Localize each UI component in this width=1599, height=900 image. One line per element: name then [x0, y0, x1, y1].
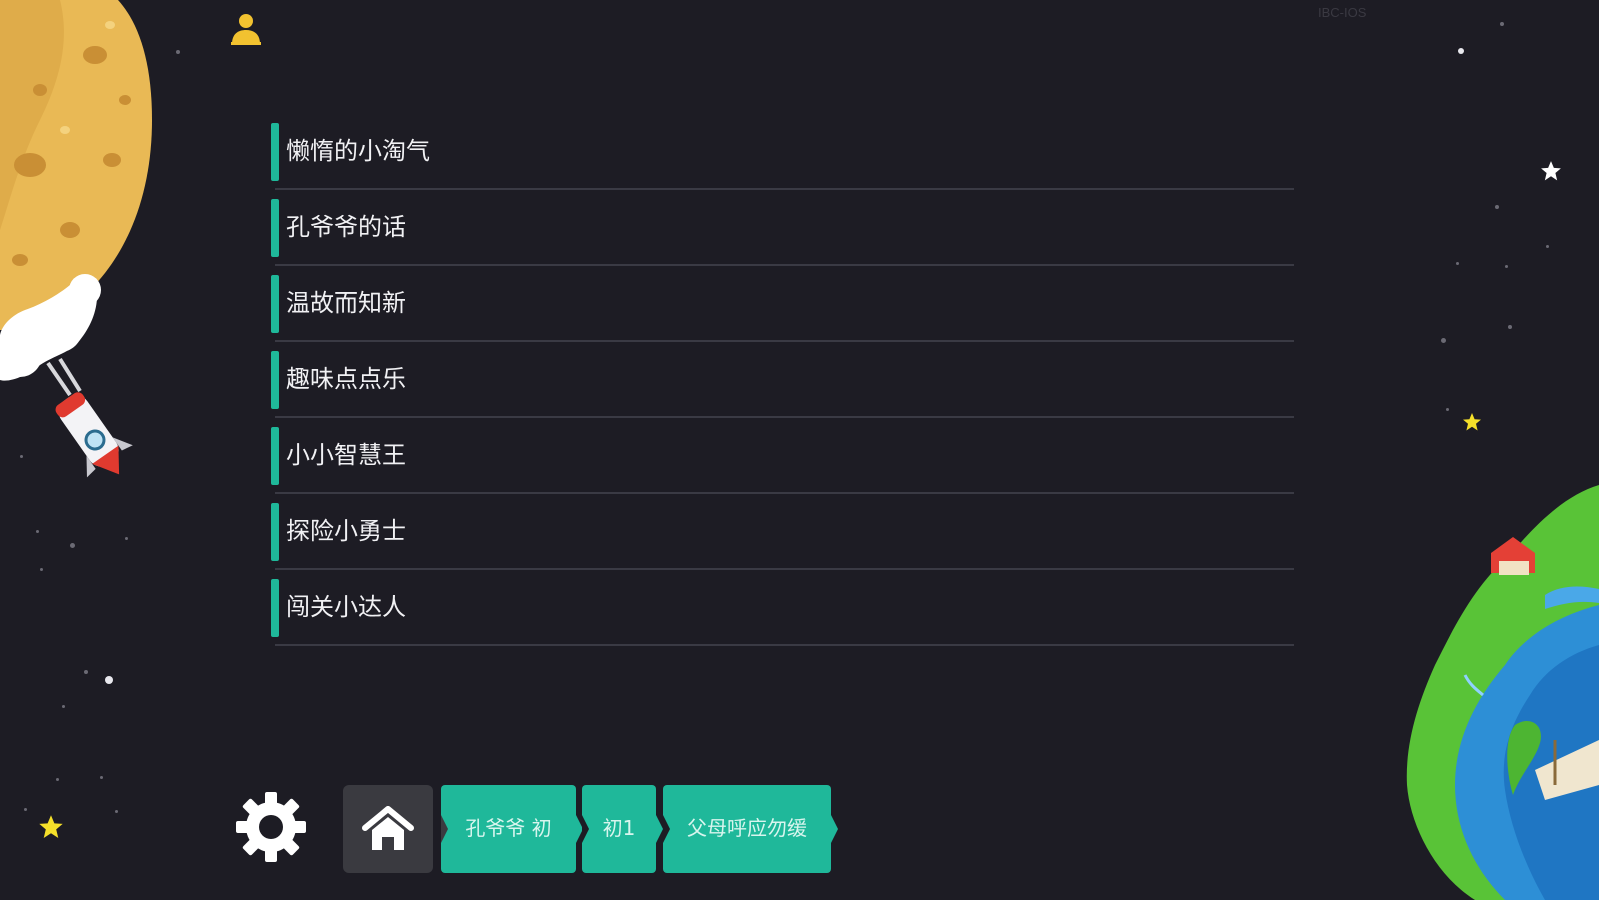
gear-icon [236, 792, 306, 862]
star-dot [62, 705, 65, 708]
menu-divider [275, 644, 1294, 646]
star-dot [1546, 245, 1549, 248]
menu-item-label: 小小智慧王 [286, 441, 406, 469]
menu-item-label: 懒惰的小淘气 [286, 137, 430, 165]
star-dot [36, 530, 39, 533]
breadcrumb-item[interactable]: 孔爷爷 初 [441, 785, 583, 873]
menu-item[interactable]: 探险小勇士 [270, 498, 1294, 574]
menu-item-accent-bar [271, 123, 279, 181]
breadcrumb-label: 孔爷爷 初 [465, 816, 552, 840]
star-dot [1441, 338, 1446, 343]
menu-item[interactable]: 小小智慧王 [270, 422, 1294, 498]
star-dot [1446, 408, 1449, 411]
menu-divider [275, 416, 1294, 418]
star-dot [40, 568, 43, 571]
star-dot [125, 537, 128, 540]
build-label: IBC-IOS [1318, 5, 1367, 20]
menu-item[interactable]: 趣味点点乐 [270, 346, 1294, 422]
menu-item-label: 闯关小达人 [286, 593, 406, 621]
yellow-star-icon [1463, 413, 1481, 431]
star-dot [1505, 265, 1508, 268]
menu-divider [275, 188, 1294, 190]
menu-divider [275, 568, 1294, 570]
star-dot [1495, 205, 1499, 209]
menu-divider [275, 340, 1294, 342]
menu-item-label: 探险小勇士 [286, 517, 406, 545]
breadcrumb-item[interactable]: 初1 [582, 785, 663, 873]
home-icon [362, 806, 414, 850]
star-dot [100, 776, 103, 779]
star-dot [1456, 262, 1459, 265]
menu-item-accent-bar [271, 199, 279, 257]
menu-item[interactable]: 闯关小达人 [270, 574, 1294, 650]
white-star-icon [1541, 161, 1561, 181]
menu-item-label: 孔爷爷的话 [286, 213, 406, 241]
user-icon [231, 14, 261, 45]
menu-item-label: 温故而知新 [286, 289, 406, 317]
menu-item-accent-bar [271, 275, 279, 333]
star-dot [176, 50, 180, 54]
breadcrumb-label: 父母呼应勿缓 [687, 816, 807, 840]
menu-item-accent-bar [271, 503, 279, 561]
game-screen: IBC-IOS 懒惰的小淘气 孔爷爷的话 温故而知新 趣味点点乐 小小智慧王 探… [0, 0, 1599, 900]
menu-item-label: 趣味点点乐 [286, 365, 406, 393]
rocket-illustration [0, 274, 133, 478]
menu-item-accent-bar [271, 427, 279, 485]
star-dot [1458, 48, 1464, 54]
star-dot [56, 778, 59, 781]
yellow-star-icon [39, 815, 63, 839]
menu-item[interactable]: 孔爷爷的话 [270, 194, 1294, 270]
menu-item[interactable]: 温故而知新 [270, 270, 1294, 346]
star-dot [115, 810, 118, 813]
menu-divider [275, 264, 1294, 266]
home-button[interactable] [343, 785, 433, 873]
star-dot [70, 543, 75, 548]
star-dot [105, 676, 113, 684]
breadcrumb-notch [656, 815, 663, 843]
menu-item-accent-bar [271, 351, 279, 409]
breadcrumb-item[interactable]: 父母呼应勿缓 [663, 785, 838, 873]
star-dot [84, 670, 88, 674]
star-dot [24, 808, 27, 811]
settings-button[interactable] [234, 790, 308, 864]
menu-item[interactable]: 懒惰的小淘气 [270, 118, 1294, 194]
star-dot [1508, 325, 1512, 329]
menu-item-accent-bar [271, 579, 279, 637]
breadcrumb-label: 初1 [602, 816, 636, 840]
island-globe-illustration [1406, 485, 1599, 900]
menu-divider [275, 492, 1294, 494]
user-profile-button[interactable] [226, 8, 266, 48]
star-dot [1500, 22, 1504, 26]
breadcrumb-notch [831, 815, 838, 843]
level-menu-list: 懒惰的小淘气 孔爷爷的话 温故而知新 趣味点点乐 小小智慧王 探险小勇士 闯关小… [270, 118, 1294, 650]
